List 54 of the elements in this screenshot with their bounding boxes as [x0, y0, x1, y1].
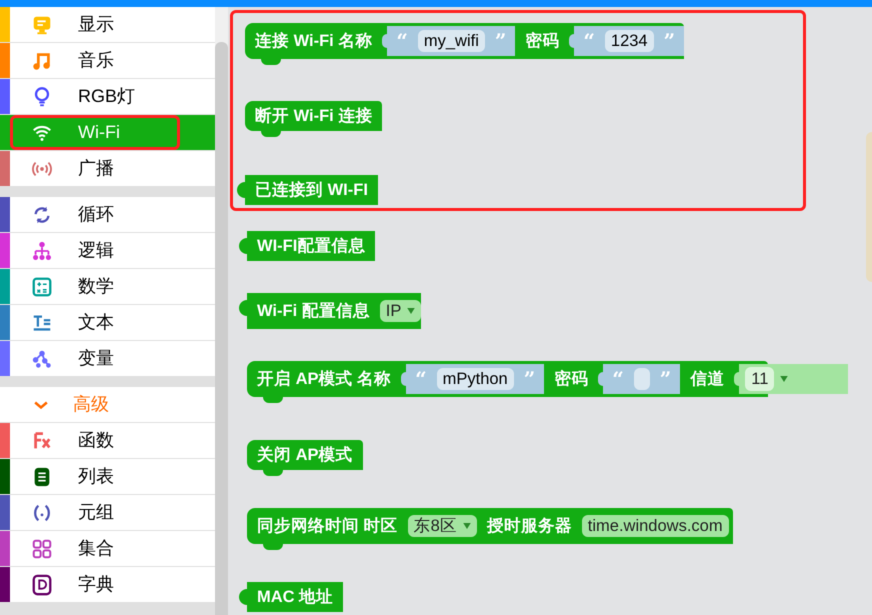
block-label: 授时服务器: [486, 516, 573, 537]
block-label: 信道: [689, 368, 726, 390]
dropdown[interactable]: 11: [739, 364, 848, 394]
block-label: 密码: [524, 30, 560, 52]
block-notch: [263, 544, 283, 550]
function-fx-icon: [31, 430, 53, 452]
text-field[interactable]: time.windows.com: [582, 515, 729, 537]
category-item[interactable]: 广播: [0, 151, 215, 186]
code-block[interactable]: 连接 Wi-Fi 名称 “ my_wifi ” 密码 “ 1234 ”: [245, 23, 684, 59]
dropdown[interactable]: 东8区: [408, 515, 477, 537]
string-input[interactable]: “ my_wifi ”: [387, 26, 516, 56]
four-squares-icon: [31, 538, 53, 560]
category-item[interactable]: 函数: [0, 423, 215, 458]
block-notch: [261, 59, 281, 65]
string-input[interactable]: “ 1234 ”: [574, 26, 684, 56]
code-block[interactable]: Wi-Fi 配置信息 IP: [247, 293, 422, 329]
socket-tab: [598, 372, 604, 386]
block-label: 密码: [553, 368, 590, 390]
calculator-icon: [31, 276, 53, 298]
category-item[interactable]: 循环: [0, 197, 215, 232]
category-item[interactable]: 数学: [0, 269, 215, 304]
block-notch: [261, 131, 281, 137]
block-notch: [263, 397, 283, 403]
socket-tab: [569, 34, 574, 48]
category-item[interactable]: 音乐: [0, 43, 215, 78]
caret-icon: [780, 376, 788, 382]
socket-tab: [734, 372, 740, 386]
socket-tab: [401, 372, 406, 386]
category-item[interactable]: 变量: [0, 341, 215, 376]
category-item[interactable]: RGB灯: [0, 79, 215, 114]
block-label: 连接 Wi-Fi 名称: [254, 30, 374, 52]
caret-icon: [407, 308, 416, 314]
string-input[interactable]: “ mPython ”: [406, 364, 544, 394]
hierarchy-icon: [31, 240, 53, 262]
category-item[interactable]: 元组: [0, 495, 215, 530]
socket-tab: [382, 34, 388, 48]
block-label: MAC 地址: [256, 586, 334, 608]
caret-icon: [462, 523, 471, 529]
category-item[interactable]: 逻辑: [0, 233, 215, 268]
block-label: 已连接到 WI-FI: [254, 180, 369, 201]
block-label: 关闭 AP模式: [256, 444, 354, 466]
block-label: WI-FI配置信息: [256, 236, 366, 257]
category-item[interactable]: 文本: [0, 305, 215, 340]
category-item[interactable]: 显示: [0, 7, 215, 42]
block-label: Wi-Fi 配置信息: [256, 300, 371, 322]
block-label: 开启 AP模式 名称: [256, 368, 392, 390]
block-label: 同步网络时间 时区: [256, 516, 399, 537]
dropdown[interactable]: IP: [380, 300, 422, 322]
block-label: 断开 Wi-Fi 连接: [254, 106, 374, 127]
block-notch: [263, 470, 283, 476]
category-item[interactable]: 列表: [0, 459, 215, 494]
code-block[interactable]: 同步网络时间 时区 东8区 授时服务器 time.windows.com: [247, 508, 733, 544]
category-item[interactable]: 字典: [0, 567, 215, 602]
category-item[interactable]: 集合: [0, 531, 215, 566]
